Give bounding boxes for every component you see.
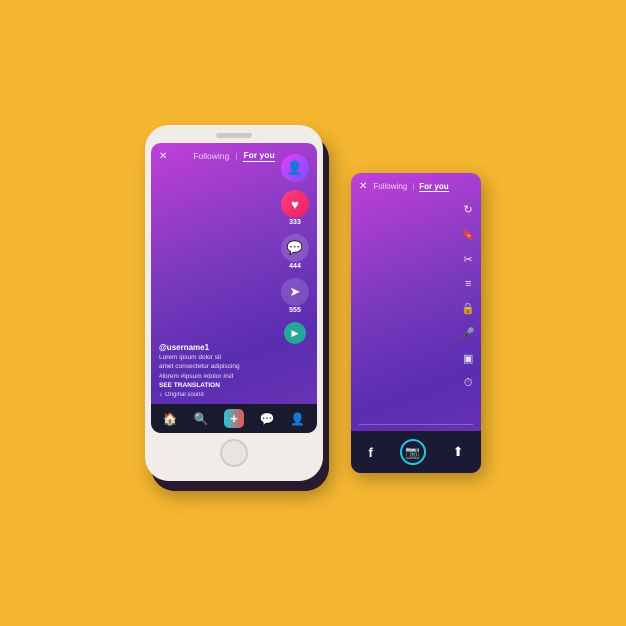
flat-phone: ✕ Following | For you ↻ 🔖 ✂ ≡ 🔒 🎤 ▣ ⏱ f … [351, 173, 481, 473]
flat-tab-following[interactable]: Following [373, 182, 407, 191]
screen-content: 👤 ♥ 333 💬 444 ➤ 555 [151, 167, 317, 404]
desc-line1: Lorem ipsum dolor sit [159, 354, 221, 361]
inbox-nav-icon[interactable]: 💬 [260, 412, 275, 426]
tab-following[interactable]: Following [193, 151, 229, 161]
flat-tab-divider: | [412, 182, 414, 191]
bottom-nav: 🏠 🔍 + 💬 👤 [151, 404, 317, 433]
upload-share-icon[interactable]: ⬆ [453, 444, 464, 460]
screen-icon[interactable]: ▣ [463, 352, 473, 365]
mic-icon[interactable]: 🎤 [461, 327, 475, 340]
tab-foryou[interactable]: For you [243, 150, 274, 162]
scissors-icon[interactable]: ✂ [464, 253, 473, 266]
add-nav-button[interactable]: + [224, 409, 244, 428]
camera-share-icon[interactable]: 📷 [400, 439, 426, 465]
see-translation[interactable]: SEE TRANSLATION [159, 382, 309, 389]
comment-icon[interactable]: 💬 [281, 234, 309, 262]
action-icons: 👤 ♥ 333 💬 444 ➤ 555 [281, 154, 309, 344]
music-icon: ♪ [159, 392, 162, 398]
phone-screen: ✕ Following | For you 👤 ♥ [151, 143, 317, 433]
flat-right-icons: ↻ 🔖 ✂ ≡ 🔒 🎤 ▣ ⏱ [461, 203, 475, 390]
sound-text: Original sound [165, 392, 204, 398]
flat-divider-line [359, 424, 473, 425]
tab-divider: | [235, 151, 237, 161]
sound-icon-item[interactable]: ▶ [284, 322, 306, 344]
comment-icon-item[interactable]: 💬 444 [281, 234, 309, 270]
flat-bottom-bar: f 📷 ⬆ [351, 431, 481, 473]
home-nav-icon[interactable]: 🏠 [163, 412, 178, 426]
comment-count: 444 [289, 263, 301, 270]
user-info: @username1 Lorem ipsum dolor sit amet co… [151, 343, 317, 404]
flat-tab-foryou[interactable]: For you [419, 182, 448, 192]
camera-icon-inner: 📷 [405, 445, 420, 459]
like-icon[interactable]: ♥ [281, 190, 309, 218]
timer-icon[interactable]: ⏱ [464, 377, 473, 390]
share-count: 555 [289, 307, 301, 314]
desc-line2: amet consectetur adipiscing [159, 363, 240, 370]
profile-avatar[interactable]: 👤 [281, 154, 309, 182]
description: Lorem ipsum dolor sit amet consectetur a… [159, 354, 309, 371]
lock-icon[interactable]: 🔒 [461, 302, 475, 315]
phone-mockup: ✕ Following | For you 👤 ♥ [145, 125, 323, 481]
flat-close-button[interactable]: ✕ [359, 181, 367, 192]
refresh-icon[interactable]: ↻ [464, 203, 473, 216]
filter-icon[interactable]: ≡ [465, 278, 471, 290]
profile-icon-item: 👤 [281, 154, 309, 182]
bookmark-icon[interactable]: 🔖 [461, 228, 475, 241]
phone-home-button[interactable] [220, 439, 248, 467]
nav-tabs: Following | For you [193, 150, 274, 162]
profile-nav-icon[interactable]: 👤 [290, 412, 305, 426]
username: @username1 [159, 343, 309, 352]
flat-header: ✕ Following | For you [351, 173, 481, 197]
share-icon[interactable]: ➤ [281, 278, 309, 306]
search-nav-icon[interactable]: 🔍 [194, 412, 209, 426]
like-count: 333 [289, 219, 301, 226]
phone-speaker [216, 133, 252, 138]
facebook-share-icon[interactable]: f [368, 445, 372, 460]
close-button[interactable]: ✕ [159, 151, 167, 162]
share-icon-item[interactable]: ➤ 555 [281, 278, 309, 314]
flat-nav-tabs: Following | For you [373, 182, 448, 192]
like-icon-item[interactable]: ♥ 333 [281, 190, 309, 226]
play-icon[interactable]: ▶ [284, 322, 306, 344]
hashtags: #lorem #ipsum #dolor #sit [159, 373, 309, 380]
sound-label: ♪ Original sound [159, 392, 309, 398]
